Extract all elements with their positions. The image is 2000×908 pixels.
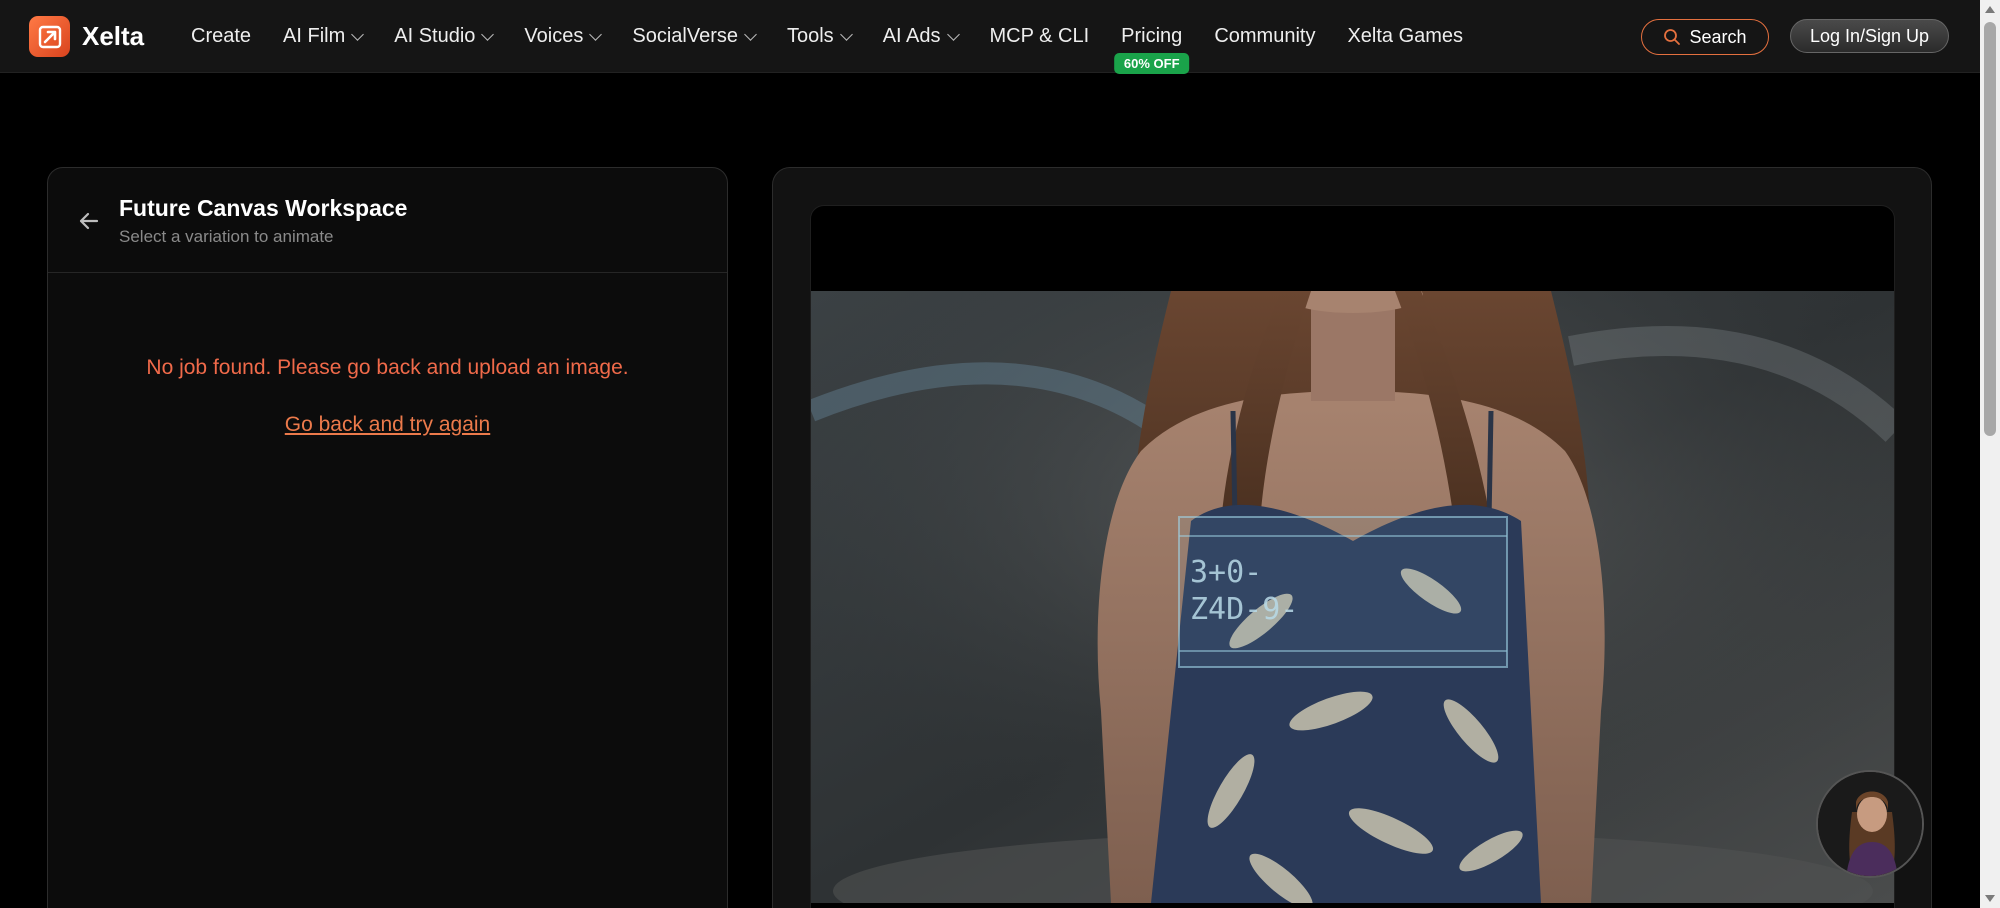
- nav-ai-film[interactable]: AI Film: [283, 25, 365, 48]
- hud-text-1: 3+0-: [1190, 555, 1263, 590]
- login-label: Log In/Sign Up: [1809, 25, 1930, 46]
- nav-ai-ads[interactable]: AI Ads: [882, 25, 960, 48]
- chevron-down-icon: [839, 28, 853, 41]
- nav-mcp-cli[interactable]: MCP & CLI: [990, 25, 1090, 48]
- workspace-title: Future Canvas Workspace: [119, 195, 408, 221]
- search-icon: [1664, 29, 1681, 45]
- back-arrow-icon[interactable]: [76, 208, 102, 234]
- nav-label: Community: [1214, 25, 1316, 47]
- xelta-logo-icon: [29, 16, 70, 57]
- nav-label: AI Ads: [882, 25, 941, 47]
- hud-text-2: Z4D-9-: [1190, 592, 1299, 627]
- nav-label: Tools: [786, 25, 834, 47]
- nav-label: Create: [191, 25, 252, 47]
- login-signup-button[interactable]: Log In/Sign Up: [1790, 19, 1949, 53]
- assistant-avatar-button[interactable]: [1816, 770, 1924, 878]
- nav-ai-studio[interactable]: AI Studio: [394, 25, 495, 48]
- nav-pricing[interactable]: Pricing 60% OFF: [1113, 25, 1190, 74]
- discount-badge: 60% OFF: [1113, 53, 1190, 74]
- scroll-down-arrow-icon[interactable]: [1985, 895, 1995, 902]
- nav-label: MCP & CLI: [989, 25, 1090, 47]
- nav-xelta-games[interactable]: Xelta Games: [1347, 25, 1463, 48]
- nav-label: AI Studio: [394, 25, 476, 47]
- scrollbar-thumb[interactable]: [1984, 22, 1996, 436]
- scroll-up-arrow-icon[interactable]: [1985, 6, 1995, 13]
- page-scrollbar[interactable]: [1980, 0, 2000, 908]
- preview-image: [811, 291, 1894, 903]
- nav-label: Pricing: [1121, 25, 1183, 47]
- nav-label: Voices: [524, 25, 584, 47]
- preview-frame: [810, 205, 1895, 908]
- go-back-link[interactable]: Go back and try again: [48, 413, 727, 437]
- search-label: Search: [1689, 26, 1747, 47]
- brand-name: Xelta: [82, 21, 145, 51]
- nav-label: AI Film: [283, 25, 346, 47]
- chevron-down-icon: [481, 28, 495, 41]
- nav-tools[interactable]: Tools: [786, 25, 853, 48]
- workspace-panel: Future Canvas Workspace Select a variati…: [47, 167, 728, 908]
- search-button[interactable]: Search: [1641, 19, 1769, 55]
- chevron-down-icon: [589, 28, 603, 41]
- workspace-header: Future Canvas Workspace Select a variati…: [48, 168, 727, 273]
- error-message: No job found. Please go back and upload …: [146, 356, 629, 379]
- chevron-down-icon: [351, 28, 365, 41]
- preview-panel: [772, 167, 1932, 908]
- chevron-down-icon: [744, 28, 757, 41]
- main-nav: Create AI Film AI Studio Voices SocialVe…: [191, 0, 1495, 74]
- nav-label: SocialVerse: [632, 25, 738, 47]
- nav-socialverse[interactable]: SocialVerse: [632, 25, 757, 48]
- workspace-subtitle: Select a variation to animate: [119, 227, 334, 246]
- nav-community[interactable]: Community: [1214, 25, 1315, 48]
- brand-logo-link[interactable]: Xelta: [29, 16, 144, 57]
- nav-voices[interactable]: Voices: [524, 25, 603, 48]
- top-navbar: Xelta Create AI Film AI Studio Voices So…: [0, 0, 1980, 74]
- assistant-avatar: [1818, 772, 1922, 876]
- chevron-down-icon: [946, 28, 960, 41]
- nav-create[interactable]: Create: [191, 25, 251, 48]
- nav-label: Xelta Games: [1347, 25, 1464, 47]
